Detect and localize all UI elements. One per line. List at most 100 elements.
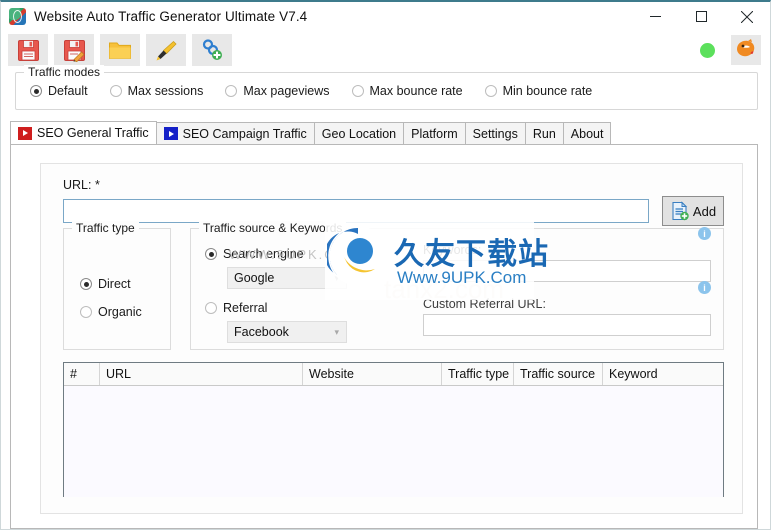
radio-traffic-type-organic[interactable]: Organic xyxy=(80,305,142,319)
table-header-row: # URL Website Traffic type Traffic sourc… xyxy=(64,363,723,386)
flashlight-icon xyxy=(154,38,178,62)
window-controls xyxy=(632,2,770,31)
source-config-row: Traffic type Direct Organic Traffic sour… xyxy=(63,221,724,350)
url-label: URL: * xyxy=(63,178,100,192)
radio-label: Max pageviews xyxy=(243,84,330,98)
radio-traffic-type-direct[interactable]: Direct xyxy=(80,277,142,291)
table-column-traffic-type[interactable]: Traffic type xyxy=(442,363,514,385)
radio-search-engine[interactable]: Search engine xyxy=(205,247,325,261)
search-engine-row: Search engine Google ▾ xyxy=(205,247,347,289)
table-column-website[interactable]: Website xyxy=(303,363,442,385)
table-column-traffic-source[interactable]: Traffic source xyxy=(514,363,603,385)
chevron-down-icon: ▾ xyxy=(334,326,339,337)
radio-label: Max sessions xyxy=(127,84,204,98)
tab-label: SEO General Traffic xyxy=(37,126,149,140)
url-input[interactable] xyxy=(63,199,649,223)
tab-run[interactable]: Run xyxy=(524,122,564,144)
referral-dropdown[interactable]: Facebook ▾ xyxy=(227,321,347,343)
referral-row: Referral Facebook ▾ xyxy=(205,301,347,343)
close-button[interactable] xyxy=(724,2,770,31)
traffic-type-radios: Direct Organic xyxy=(80,277,142,333)
floppy-save-as-icon xyxy=(63,39,86,62)
info-icon[interactable]: i xyxy=(698,227,711,240)
traffic-modes-group: Traffic modes Default Max sessions Max p… xyxy=(15,65,758,110)
dropdown-value: Facebook xyxy=(234,325,289,339)
traffic-source-group: Traffic source & Keywords Search engine … xyxy=(190,221,724,350)
custom-referral-url-field-group: Custom Referral URL: i xyxy=(423,281,711,336)
radio-label: Organic xyxy=(98,305,142,319)
title-bar: Website Auto Traffic Generator Ultimate … xyxy=(1,2,770,31)
radio-traffic-mode-min-bounce-rate[interactable]: Min bounce rate xyxy=(484,84,593,98)
tab-bar: SEO General Traffic SEO Campaign Traffic… xyxy=(10,121,770,144)
radio-dot-icon xyxy=(205,302,217,314)
table-column-index[interactable]: # xyxy=(64,363,100,385)
play-blue-icon xyxy=(163,127,178,140)
radio-traffic-mode-default[interactable]: Default xyxy=(30,84,88,98)
radio-label: Direct xyxy=(98,277,131,291)
radio-traffic-mode-max-sessions[interactable]: Max sessions xyxy=(109,84,204,98)
save-as-button[interactable] xyxy=(54,34,94,66)
traffic-type-legend: Traffic type xyxy=(72,221,139,235)
tab-page-content: URL: * Add Traffic type Direct Organic T… xyxy=(40,163,743,514)
radio-dot-icon xyxy=(225,85,238,97)
table-column-keyword[interactable]: Keyword xyxy=(603,363,723,385)
highlighter-button[interactable] xyxy=(146,34,186,66)
keywords-label: Keywords: xyxy=(423,243,482,257)
radio-referral[interactable]: Referral xyxy=(205,301,325,315)
radio-traffic-mode-max-bounce-rate[interactable]: Max bounce rate xyxy=(351,84,463,98)
url-table[interactable]: # URL Website Traffic type Traffic sourc… xyxy=(63,362,724,497)
application-window: Website Auto Traffic Generator Ultimate … xyxy=(0,0,771,530)
toolbar-right-group xyxy=(700,31,761,69)
radio-label: Min bounce rate xyxy=(502,84,593,98)
table-column-url[interactable]: URL xyxy=(100,363,303,385)
tab-page: URL: * Add Traffic type Direct Organic T… xyxy=(10,144,758,529)
custom-referral-url-input[interactable] xyxy=(423,314,711,336)
add-button-label: Add xyxy=(692,203,717,219)
minimize-button[interactable] xyxy=(632,2,678,31)
url-section: URL: * Add xyxy=(63,178,724,226)
radio-traffic-mode-max-pageviews[interactable]: Max pageviews xyxy=(225,84,330,98)
status-indicator xyxy=(700,42,715,58)
search-engine-dropdown[interactable]: Google ▾ xyxy=(227,267,347,289)
url-row: Add xyxy=(63,196,724,226)
radio-dot-icon xyxy=(80,306,92,318)
tab-label: Run xyxy=(532,126,556,141)
link-add-icon xyxy=(200,39,224,61)
radio-dot-icon xyxy=(351,85,364,97)
tab-label: Platform xyxy=(411,126,458,141)
tab-seo-general-traffic[interactable]: SEO General Traffic xyxy=(10,121,157,144)
save-button[interactable] xyxy=(8,34,48,66)
radio-dot-icon xyxy=(484,85,497,97)
tab-platform[interactable]: Platform xyxy=(403,122,466,144)
info-icon[interactable]: i xyxy=(698,281,711,294)
mascot-button[interactable] xyxy=(731,35,761,65)
radio-dot-icon xyxy=(205,248,217,260)
radio-label: Referral xyxy=(223,301,268,315)
radio-dot-icon xyxy=(30,85,42,97)
traffic-source-legend: Traffic source & Keywords xyxy=(199,221,347,235)
traffic-type-group: Traffic type Direct Organic xyxy=(63,221,171,350)
dragon-icon xyxy=(734,38,758,63)
document-add-icon xyxy=(670,201,690,221)
dropdown-value: Google xyxy=(234,271,275,285)
add-link-button[interactable] xyxy=(192,34,232,66)
radio-dot-icon xyxy=(80,278,92,290)
add-button[interactable]: Add xyxy=(662,196,724,226)
toolbar xyxy=(1,31,770,69)
tab-label: Settings xyxy=(472,126,518,141)
window-title: Website Auto Traffic Generator Ultimate … xyxy=(34,9,308,24)
tab-seo-campaign-traffic[interactable]: SEO Campaign Traffic xyxy=(155,122,315,144)
globe-logo-icon xyxy=(9,8,26,25)
radio-dot-icon xyxy=(109,85,122,97)
tab-about[interactable]: About xyxy=(562,122,612,144)
table-body[interactable] xyxy=(64,386,723,497)
open-button[interactable] xyxy=(100,34,140,66)
keywords-input[interactable] xyxy=(423,260,711,282)
radio-label: Max bounce rate xyxy=(369,84,463,98)
tab-settings[interactable]: Settings xyxy=(464,122,526,144)
tab-geo-location[interactable]: Geo Location xyxy=(313,122,405,144)
radio-label: Default xyxy=(48,84,88,98)
maximize-button[interactable] xyxy=(678,2,724,31)
traffic-modes-radios: Default Max sessions Max pageviews Max b… xyxy=(16,73,757,109)
tab-label: Geo Location xyxy=(321,126,397,141)
